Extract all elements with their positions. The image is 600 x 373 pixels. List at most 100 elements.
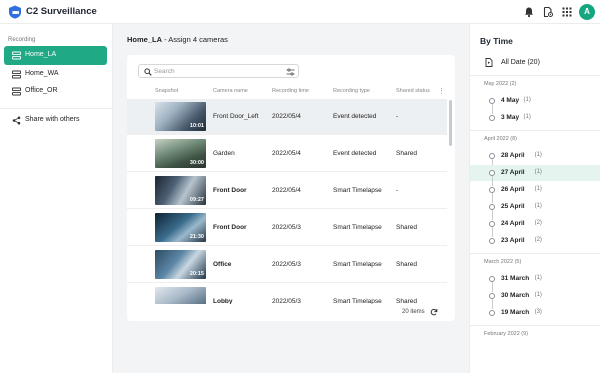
camera-name-cell: Lobby — [213, 298, 233, 304]
recording-time-cell: 2022/05/4 — [272, 150, 301, 157]
date-label: 28 April — [501, 152, 525, 159]
shared-status-cell: Shared — [396, 224, 417, 231]
timeline-dot-icon — [489, 115, 495, 121]
recording-thumbnail[interactable]: 20:15 — [155, 250, 206, 279]
recording-type-cell: Smart Timelapse — [333, 261, 382, 268]
share-with-others-button[interactable]: Share with others — [4, 111, 107, 130]
share-label: Share with others — [25, 116, 80, 123]
refresh-icon[interactable] — [430, 308, 438, 316]
items-count: 20 items — [402, 309, 425, 315]
column-header-snapshot: Snapshot — [155, 88, 179, 94]
top-bar: C2 Surveillance A — [0, 0, 600, 24]
recording-type-cell: Smart Timelapse — [333, 187, 382, 194]
filter-settings-icon[interactable] — [286, 68, 295, 76]
recording-time-cell: 2022/05/3 — [272, 298, 301, 304]
table-row[interactable]: 09:27 Front Door 2022/05/4 Smart Timelapse - — [127, 173, 447, 209]
table-row[interactable]: 21:30 Front Door 2022/05/3 Smart Timelapse S… — [127, 210, 447, 246]
recording-type-cell: Event detected — [333, 113, 377, 120]
divider — [470, 75, 600, 76]
timeline-dot-icon — [489, 238, 495, 244]
divider — [470, 253, 600, 254]
table-row[interactable]: Lobby 2022/05/3 Smart Timelapse Shared — [127, 284, 447, 304]
table-row[interactable]: 30:00 Garden 2022/05/4 Event detected Shared — [127, 136, 447, 172]
date-item[interactable]: 26 April (1) — [470, 182, 600, 203]
column-header-recording-time[interactable]: Recording time — [272, 88, 309, 94]
column-header-shared-status[interactable]: Shared status — [396, 88, 430, 94]
by-time-panel: By Time All Date (20) May 2022 (2) 4 May(… — [469, 24, 600, 373]
recording-type-cell: Smart Timelapse — [333, 298, 382, 304]
all-date-label: All Date (20) — [501, 59, 540, 66]
shared-status-cell: - — [396, 113, 399, 120]
date-label: 23 April — [501, 237, 525, 244]
divider — [470, 130, 600, 131]
app-logo-icon — [9, 5, 21, 19]
month-header[interactable]: May 2022 (2) — [484, 81, 516, 87]
date-item[interactable]: 25 April (1) — [470, 199, 600, 220]
recording-thumbnail[interactable]: 10:01 — [155, 102, 206, 131]
date-label: 26 April — [501, 186, 525, 193]
sidebar-item-label: Office_OR — [25, 87, 58, 94]
page-subtitle: - Assign 4 cameras — [162, 35, 228, 44]
date-count: (1) — [534, 275, 542, 281]
sidebar-item-home-la[interactable]: Home_LA — [4, 46, 107, 65]
recording-time-cell: 2022/05/4 — [272, 187, 301, 194]
recording-thumbnail[interactable]: 09:27 — [155, 176, 206, 205]
camera-name-cell: Office — [213, 261, 232, 268]
recording-thumbnail[interactable]: 30:00 — [155, 139, 206, 168]
date-item[interactable]: 31 March (1) — [470, 271, 600, 292]
date-item[interactable]: 28 April (1) — [470, 148, 600, 169]
table-row[interactable]: 20:15 Office 2022/05/3 Smart Timelapse Share… — [127, 247, 447, 283]
document-settings-icon[interactable] — [542, 6, 554, 18]
search-placeholder: Search — [154, 68, 175, 75]
shared-status-cell: Shared — [396, 261, 417, 268]
recording-duration: 21:30 — [189, 234, 204, 240]
search-input[interactable]: Search — [138, 64, 299, 78]
user-avatar[interactable]: A — [579, 4, 595, 20]
grid-apps-icon[interactable] — [561, 6, 573, 18]
date-count: (1) — [534, 152, 542, 158]
recordings-card: Search Snapshot Camera name Recording ti… — [127, 55, 455, 321]
date-label: 4 May — [501, 97, 520, 104]
column-options-icon[interactable]: ⋮ — [438, 87, 445, 95]
recording-thumbnail[interactable]: 21:30 — [155, 213, 206, 242]
table-row[interactable]: 10:01 Front Door_Left 2022/05/4 Event detec… — [127, 99, 447, 135]
date-item[interactable]: 19 March (3) — [470, 305, 600, 321]
sidebar-section-label: Recording — [8, 37, 36, 43]
camera-name-cell: Garden — [213, 150, 235, 157]
recording-time-cell: 2022/05/3 — [272, 261, 301, 268]
column-header-camera-name[interactable]: Camera name — [213, 88, 248, 94]
date-item[interactable]: 27 April (1) — [470, 165, 600, 186]
camera-group-icon — [12, 51, 21, 60]
date-count: (1) — [523, 97, 531, 103]
date-item[interactable]: 23 April (2) — [470, 233, 600, 249]
timeline-dot-icon — [489, 310, 495, 316]
date-label: 3 May — [501, 114, 520, 121]
recording-type-cell: Event detected — [333, 150, 377, 157]
month-header[interactable]: February 2022 (9) — [484, 331, 528, 337]
sidebar-item-office-or[interactable]: Office_OR — [4, 82, 107, 101]
column-header-recording-type[interactable]: Recording type — [333, 88, 370, 94]
date-count: (1) — [523, 114, 531, 120]
shared-status-cell: Shared — [396, 150, 417, 157]
divider — [470, 325, 600, 326]
date-item[interactable]: 30 March (1) — [470, 288, 600, 309]
month-header[interactable]: March 2022 (5) — [484, 259, 521, 265]
recording-time-cell: 2022/05/3 — [272, 224, 301, 231]
recording-duration: 20:15 — [189, 271, 204, 277]
date-item[interactable]: 4 May (1) — [470, 93, 600, 114]
recording-type-cell: Smart Timelapse — [333, 224, 382, 231]
bell-icon[interactable] — [523, 6, 535, 18]
share-icon — [12, 116, 21, 125]
recording-thumbnail[interactable] — [155, 287, 206, 304]
table-scrollbar[interactable] — [449, 100, 452, 146]
date-label: 30 March — [501, 292, 530, 299]
sidebar-divider — [0, 108, 112, 109]
sidebar-item-label: Home_WA — [25, 70, 59, 77]
date-count: (1) — [534, 203, 542, 209]
recording-duration: 10:01 — [189, 123, 204, 129]
date-item[interactable]: 24 April (2) — [470, 216, 600, 237]
month-header[interactable]: April 2022 (8) — [484, 136, 517, 142]
date-item[interactable]: 3 May (1) — [470, 110, 600, 126]
date-count: (1) — [534, 169, 542, 175]
table-header: Snapshot Camera name Recording time Reco… — [127, 85, 455, 97]
